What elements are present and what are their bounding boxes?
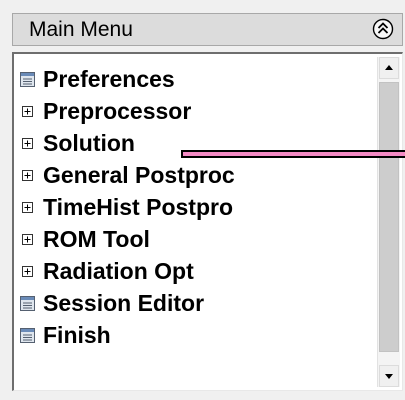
scroll-thumb[interactable] xyxy=(379,82,399,352)
double-chevron-up-icon[interactable] xyxy=(372,18,394,40)
dialog-window-icon xyxy=(20,71,35,87)
menu-item-label: ROM Tool xyxy=(43,225,150,252)
menu-item-solution[interactable]: Solution xyxy=(20,128,135,158)
menu-item-preprocessor[interactable]: Preprocessor xyxy=(20,96,191,126)
menu-item-rom-tool[interactable]: ROM Tool xyxy=(20,224,150,254)
main-menu-header: Main Menu xyxy=(12,13,403,46)
menu-item-label: General Postproc xyxy=(43,161,235,188)
dialog-window-icon xyxy=(20,327,35,343)
menu-item-finish[interactable]: Finish xyxy=(20,320,111,350)
main-menu-title: Main Menu xyxy=(29,18,133,41)
expand-plus-icon[interactable] xyxy=(22,169,33,181)
expand-plus-icon[interactable] xyxy=(22,137,33,149)
scroll-up-button[interactable] xyxy=(379,57,399,79)
dialog-window-icon xyxy=(20,295,35,311)
menu-item-label: Preprocessor xyxy=(43,97,192,124)
expand-plus-icon[interactable] xyxy=(22,105,33,117)
menu-item-timehist-postpro[interactable]: TimeHist Postpro xyxy=(20,192,233,222)
expand-plus-icon[interactable] xyxy=(22,233,33,245)
main-menu-panel: Main Menu Preferences Preprocessor Solut… xyxy=(0,0,405,400)
scroll-down-button[interactable] xyxy=(379,365,399,387)
menu-item-session-editor[interactable]: Session Editor xyxy=(20,288,204,318)
menu-item-preferences[interactable]: Preferences xyxy=(20,64,175,94)
menu-item-label: Finish xyxy=(43,321,111,348)
menu-item-label: TimeHist Postpro xyxy=(43,193,233,220)
menu-tree: Preferences Preprocessor Solution Genera… xyxy=(12,52,403,391)
expand-plus-icon[interactable] xyxy=(22,201,33,213)
menu-item-label: Session Editor xyxy=(43,289,205,316)
vertical-scrollbar[interactable] xyxy=(377,57,400,387)
menu-item-label: Solution xyxy=(43,129,135,156)
menu-item-label: Preferences xyxy=(43,65,175,92)
scroll-down-arrow-icon xyxy=(385,374,393,379)
menu-item-label: Radiation Opt xyxy=(43,257,194,284)
menu-item-radiation-opt[interactable]: Radiation Opt xyxy=(20,256,194,286)
menu-item-general-postproc[interactable]: General Postproc xyxy=(20,160,235,190)
expand-plus-icon[interactable] xyxy=(22,265,33,277)
annotation-pointer-bar xyxy=(181,150,405,158)
scroll-up-arrow-icon xyxy=(385,65,393,70)
